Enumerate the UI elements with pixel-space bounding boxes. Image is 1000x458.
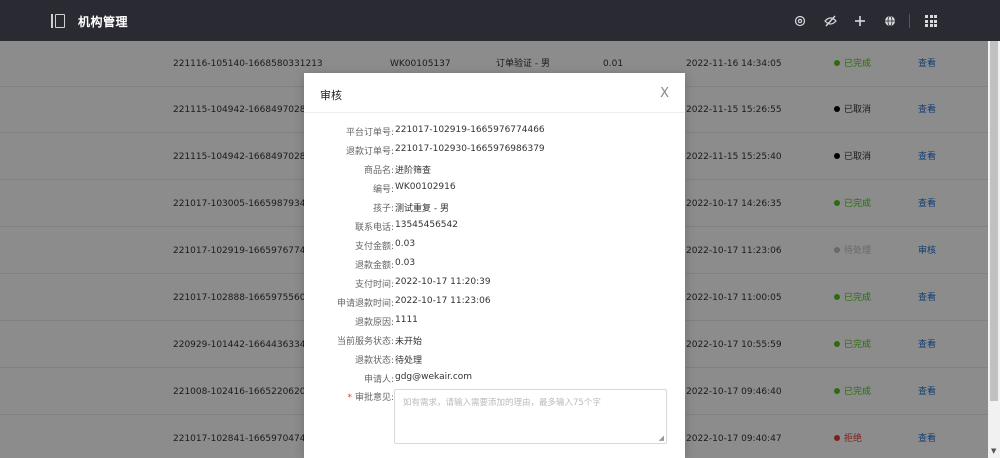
page-scrollbar[interactable]: ▼ xyxy=(988,41,1000,458)
detail-field: 支付金额: 0.03 xyxy=(304,239,685,258)
detail-field: 支付时间: 2022-10-17 11:20:39 xyxy=(304,277,685,296)
detail-field: 孩子: 测试重复 - 男 xyxy=(304,201,685,220)
detail-value: 进阶筛查 xyxy=(395,166,432,176)
modal-header: 审核 X xyxy=(304,73,685,113)
detail-label: 退款金额: xyxy=(354,261,394,271)
required-mark: * xyxy=(347,393,352,403)
toolbar-divider xyxy=(909,14,910,28)
scroll-down-icon[interactable]: ▼ xyxy=(991,447,996,455)
detail-value: 0.03 xyxy=(395,239,416,249)
opinion-textarea[interactable]: 如有需求，请输入需要添加的理由，最多输入75个字 ◢ xyxy=(394,389,667,444)
detail-field: 退款金额: 0.03 xyxy=(304,258,685,277)
detail-value: WK00102916 xyxy=(395,182,456,192)
detail-label: 商品名: xyxy=(363,166,394,176)
opinion-label: * 审批意见: xyxy=(347,393,394,403)
detail-label: 退款订单号: xyxy=(345,147,394,157)
detail-label: 编号: xyxy=(372,185,394,195)
top-toolbar xyxy=(779,12,940,30)
detail-value: 13545456542 xyxy=(395,220,458,230)
close-icon[interactable]: X xyxy=(660,87,669,100)
scrollbar-thumb[interactable] xyxy=(990,41,998,401)
detail-label: 孩子: xyxy=(372,204,394,214)
resize-handle-icon[interactable]: ◢ xyxy=(659,434,664,442)
plus-icon[interactable] xyxy=(851,12,869,30)
globe-icon[interactable] xyxy=(881,12,899,30)
detail-label: 申请退款时间: xyxy=(336,299,394,309)
detail-field: 退款原因: 1111 xyxy=(304,315,685,334)
detail-field: 联系电话: 13545456542 xyxy=(304,220,685,239)
eye-off-icon[interactable] xyxy=(821,12,839,30)
detail-value: 未开始 xyxy=(395,337,423,347)
detail-value: 2022-10-17 11:23:06 xyxy=(395,296,491,306)
detail-field: 退款状态: 待处理 xyxy=(304,353,685,372)
detail-label: 支付时间: xyxy=(354,280,394,290)
detail-value: 1111 xyxy=(395,315,418,325)
detail-value: 221017-102919-1665976774466 xyxy=(395,125,545,135)
detail-field: 平台订单号: 221017-102919-1665976774466 xyxy=(304,125,685,144)
detail-label: 退款状态: xyxy=(354,356,394,366)
top-bar: 机构管理 xyxy=(0,0,1000,41)
detail-label: 退款原因: xyxy=(354,318,394,328)
detail-value: 221017-102930-1665976986379 xyxy=(395,144,545,154)
detail-value: 0.03 xyxy=(395,258,416,268)
apps-grid-icon[interactable] xyxy=(922,12,940,30)
detail-label: 申请人: xyxy=(363,375,394,385)
detail-value: 测试重复 - 男 xyxy=(395,204,449,214)
detail-value: 2022-10-17 11:20:39 xyxy=(395,277,491,287)
detail-field: 退款订单号: 221017-102930-1665976986379 xyxy=(304,144,685,163)
detail-label: 平台订单号: xyxy=(345,128,394,138)
brand-title: 机构管理 xyxy=(78,15,129,29)
opinion-placeholder: 如有需求，请输入需要添加的理由，最多输入75个字 xyxy=(403,398,601,408)
detail-label: 联系电话: xyxy=(354,223,394,233)
detail-field: 当前服务状态: 未开始 xyxy=(304,334,685,353)
menu-toggle-icon[interactable] xyxy=(51,14,67,28)
detail-value: 待处理 xyxy=(395,356,423,366)
detail-field: 申请退款时间: 2022-10-17 11:23:06 xyxy=(304,296,685,315)
detail-label: 当前服务状态: xyxy=(336,337,394,347)
detail-label: 支付金额: xyxy=(354,242,394,252)
detail-value: gdg@wekair.com xyxy=(395,372,473,382)
settings-icon[interactable] xyxy=(791,12,809,30)
detail-field: 编号: WK00102916 xyxy=(304,182,685,201)
detail-field: 商品名: 进阶筛查 xyxy=(304,163,685,182)
modal-title: 审核 xyxy=(320,89,342,102)
review-modal: 审核 X 平台订单号: 221017-102919-1665976774466 退款… xyxy=(304,73,685,458)
